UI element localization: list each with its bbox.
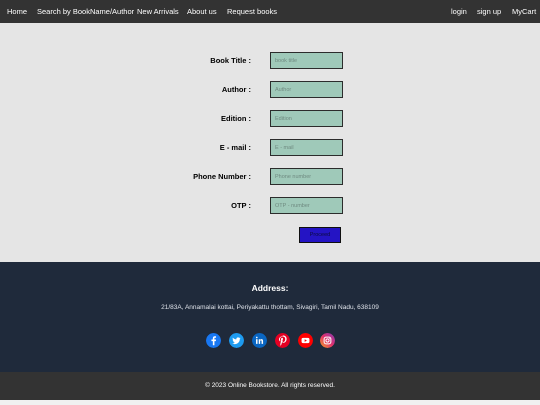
bottom-strip [0,400,540,405]
edition-input[interactable] [270,110,343,127]
book-title-label: Book Title : [210,56,251,65]
nav-login-link[interactable]: login [451,0,467,23]
footer-address-heading: Address: [251,283,289,293]
email-input[interactable] [270,139,343,156]
nav-new-arrivals-link[interactable]: New Arrivals [137,0,179,23]
linkedin-icon[interactable] [252,333,267,348]
instagram-icon[interactable] [320,333,335,348]
edition-label: Edition : [221,114,251,123]
proceed-button[interactable]: Proceed [299,227,341,243]
author-label: Author : [221,85,251,94]
facebook-icon[interactable] [206,333,221,348]
nav-search-link[interactable]: Search by BookName/Author [37,0,134,23]
phone-number-input[interactable] [270,168,343,185]
nav-signup-link[interactable]: sign up [477,0,501,23]
copyright-bar: © 2023 Online Bookstore. All rights rese… [0,372,540,400]
request-form-section: Book Title : Author : Edition : E - mail… [0,23,540,262]
nav-about-link[interactable]: About us [187,0,217,23]
twitter-icon[interactable] [229,333,244,348]
youtube-icon[interactable] [298,333,313,348]
nav-request-books-link[interactable]: Request books [227,0,277,23]
nav-mycart-link[interactable]: MyCart [512,0,536,23]
footer-address-text: 21/83A, Annamalai kottai, Periyakattu th… [161,304,379,311]
otp-input[interactable] [270,197,343,214]
book-title-input[interactable] [270,52,343,69]
otp-label: OTP : [231,201,251,210]
top-navbar: Home Search by BookName/Author New Arriv… [0,0,540,23]
phone-number-label: Phone Number : [193,172,251,181]
email-label: E - mail : [219,143,251,152]
footer: Address: 21/83A, Annamalai kottai, Periy… [0,262,540,372]
author-input[interactable] [270,81,343,98]
nav-home-link[interactable]: Home [7,0,27,23]
pinterest-icon[interactable] [275,333,290,348]
copyright-text: © 2023 Online Bookstore. All rights rese… [205,382,335,389]
